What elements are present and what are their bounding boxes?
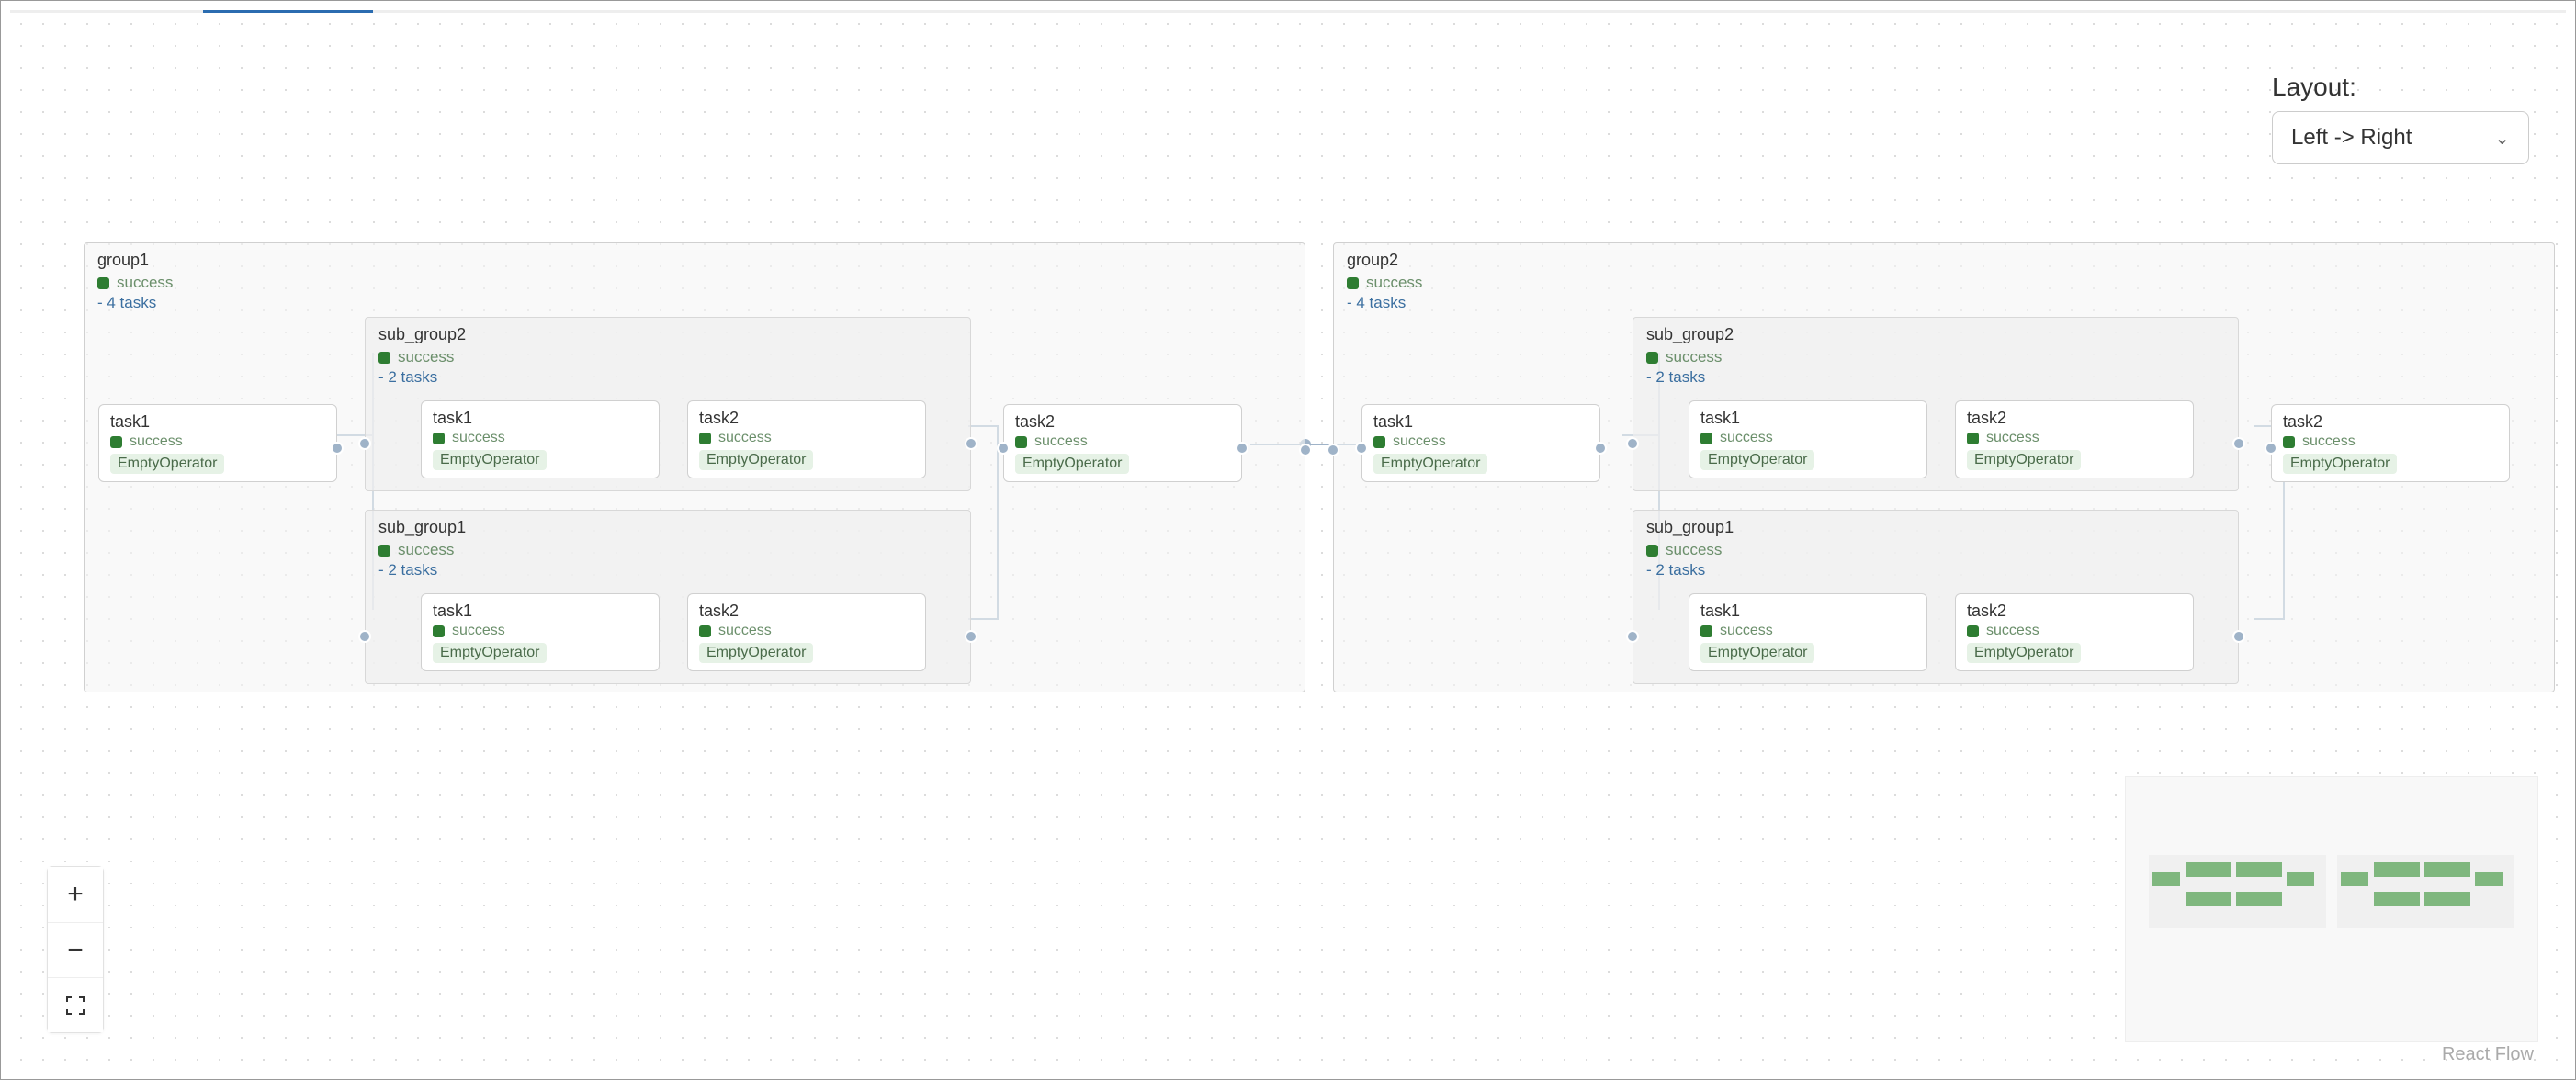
- chevron-down-icon: ⌄: [2494, 127, 2510, 150]
- status-dot-icon: [699, 625, 711, 637]
- operator-badge: EmptyOperator: [1373, 454, 1487, 474]
- status-dot-icon: [433, 625, 445, 637]
- zoom-out-button[interactable]: −: [48, 922, 103, 977]
- status-dot-icon: [1967, 433, 1979, 444]
- fit-view-button[interactable]: [48, 977, 103, 1032]
- port-in[interactable]: [1355, 442, 1368, 455]
- subgroup-collapse-link[interactable]: - 2 tasks: [366, 559, 970, 587]
- group-collapse-link[interactable]: - 4 tasks: [1334, 292, 2554, 320]
- operator-badge: EmptyOperator: [1015, 454, 1129, 474]
- status-dot-icon: [97, 277, 109, 289]
- port-out[interactable]: [1594, 442, 1607, 455]
- react-flow-attribution: React Flow: [2442, 1044, 2534, 1065]
- task-node[interactable]: task2 success EmptyOperator: [1955, 593, 2194, 671]
- status-dot-icon: [378, 352, 390, 364]
- status-dot-icon: [110, 436, 122, 448]
- port-in[interactable]: [358, 437, 371, 450]
- status-dot-icon: [1646, 352, 1658, 364]
- task-node[interactable]: task2 success EmptyOperator: [687, 593, 926, 671]
- minimap[interactable]: [2125, 776, 2538, 1042]
- status-dot-icon: [699, 433, 711, 444]
- status-dot-icon: [1700, 433, 1712, 444]
- port-out[interactable]: [1299, 444, 1312, 456]
- task-node[interactable]: task1 success EmptyOperator: [1689, 400, 1927, 478]
- task-node[interactable]: task2 success EmptyOperator: [1955, 400, 2194, 478]
- group-title: group1: [85, 243, 1305, 274]
- operator-badge: EmptyOperator: [1700, 450, 1814, 470]
- subgroup-group2-sub_group2[interactable]: sub_group2 success - 2 tasks task1 succe…: [1633, 317, 2239, 491]
- operator-badge: EmptyOperator: [2283, 454, 2397, 474]
- zoom-controls: + −: [47, 866, 104, 1033]
- operator-badge: EmptyOperator: [110, 454, 224, 474]
- layout-selected-value: Left -> Right: [2291, 125, 2412, 151]
- port-out[interactable]: [965, 630, 977, 643]
- status-dot-icon: [378, 545, 390, 557]
- port-out[interactable]: [2232, 437, 2245, 450]
- operator-badge: EmptyOperator: [699, 643, 813, 663]
- group-group1[interactable]: group1 success - 4 tasks task1 success E…: [84, 242, 1305, 692]
- status-dot-icon: [1347, 277, 1359, 289]
- port-out[interactable]: [331, 442, 344, 455]
- operator-badge: EmptyOperator: [433, 450, 547, 470]
- status-dot-icon: [1015, 436, 1027, 448]
- task-node[interactable]: task1 success EmptyOperator: [421, 593, 660, 671]
- subgroup-group1-sub_group2[interactable]: sub_group2 success - 2 tasks task1 succe…: [365, 317, 971, 491]
- port-in[interactable]: [1327, 444, 1339, 456]
- status-dot-icon: [433, 433, 445, 444]
- status-dot-icon: [1700, 625, 1712, 637]
- task-node[interactable]: task2 success EmptyOperator: [687, 400, 926, 478]
- group-collapse-link[interactable]: - 4 tasks: [85, 292, 1305, 320]
- task-node-group2-task2[interactable]: task2 success EmptyOperator: [2271, 404, 2510, 482]
- port-in[interactable]: [358, 630, 371, 643]
- task-node[interactable]: task1 success EmptyOperator: [1689, 593, 1927, 671]
- group-group2[interactable]: group2 success - 4 tasks task1 success E…: [1333, 242, 2555, 692]
- task-node-group1-task2[interactable]: task2 success EmptyOperator: [1003, 404, 1242, 482]
- layout-panel: Layout: Left -> Right ⌄: [2272, 73, 2529, 164]
- operator-badge: EmptyOperator: [433, 643, 547, 663]
- group-status: success: [85, 274, 1305, 292]
- status-dot-icon: [1373, 436, 1385, 448]
- status-dot-icon: [1646, 545, 1658, 557]
- operator-badge: EmptyOperator: [699, 450, 813, 470]
- operator-badge: EmptyOperator: [1967, 450, 2081, 470]
- subgroup-collapse-link[interactable]: - 2 tasks: [1633, 366, 2238, 394]
- port-in[interactable]: [1626, 630, 1639, 643]
- port-in[interactable]: [1626, 437, 1639, 450]
- operator-badge: EmptyOperator: [1700, 643, 1814, 663]
- status-dot-icon: [1967, 625, 1979, 637]
- status-dot-icon: [2283, 436, 2295, 448]
- group-title: group2: [1334, 243, 2554, 274]
- port-out[interactable]: [2232, 630, 2245, 643]
- group-status: success: [1334, 274, 2554, 292]
- subgroup-group2-sub_group1[interactable]: sub_group1 success - 2 tasks task1 succe…: [1633, 510, 2239, 684]
- subgroup-collapse-link[interactable]: - 2 tasks: [366, 366, 970, 394]
- port-out[interactable]: [1236, 442, 1248, 455]
- minimap-content: [2149, 855, 2514, 928]
- task-node[interactable]: task1 success EmptyOperator: [421, 400, 660, 478]
- task-node-group2-task1[interactable]: task1 success EmptyOperator: [1361, 404, 1600, 482]
- layout-select[interactable]: Left -> Right ⌄: [2272, 111, 2529, 164]
- subgroup-collapse-link[interactable]: - 2 tasks: [1633, 559, 2238, 587]
- flow-canvas[interactable]: Layout: Left -> Right ⌄ group1 success -…: [10, 13, 2566, 1070]
- subgroup-group1-sub_group1[interactable]: sub_group1 success - 2 tasks task1 succe…: [365, 510, 971, 684]
- layout-label: Layout:: [2272, 73, 2529, 102]
- task-node-group1-task1[interactable]: task1 success EmptyOperator: [98, 404, 337, 482]
- zoom-in-button[interactable]: +: [48, 867, 103, 922]
- port-in[interactable]: [2265, 442, 2277, 455]
- port-out[interactable]: [965, 437, 977, 450]
- operator-badge: EmptyOperator: [1967, 643, 2081, 663]
- port-in[interactable]: [997, 442, 1010, 455]
- fit-view-icon: [64, 995, 86, 1017]
